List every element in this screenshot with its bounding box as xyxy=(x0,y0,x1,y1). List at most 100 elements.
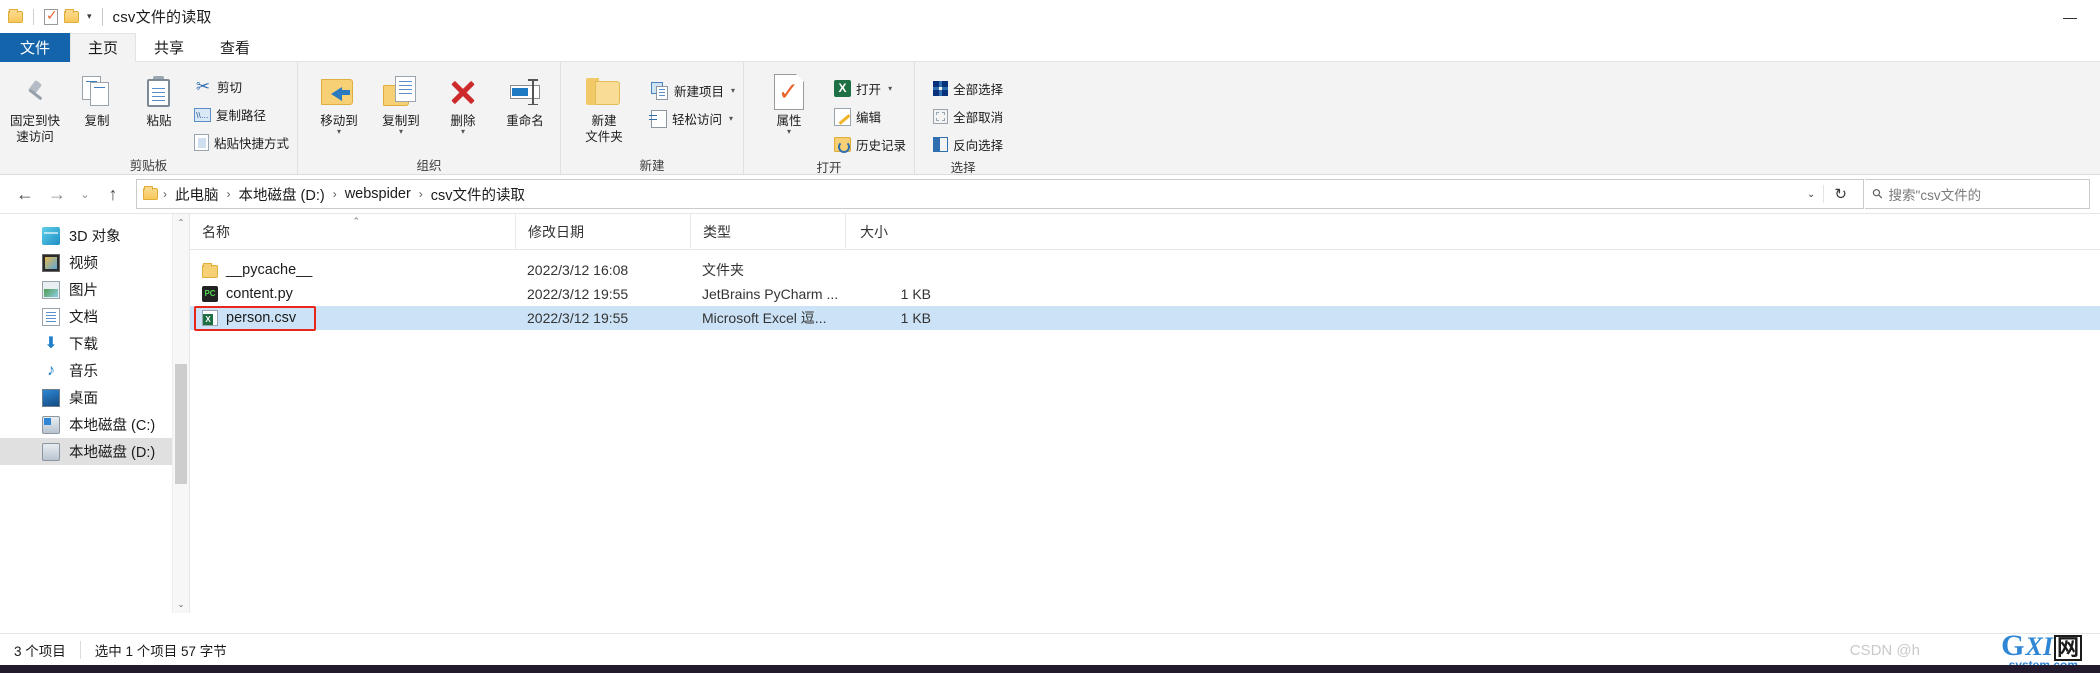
easy-access-icon xyxy=(649,109,668,128)
copy-to-button[interactable]: 复制到 ▾ xyxy=(370,68,432,136)
select-none-button[interactable]: 全部取消 xyxy=(929,104,1007,129)
sidebar-item-videos[interactable]: 视频 xyxy=(0,249,189,276)
drive-d-icon xyxy=(42,442,60,461)
sidebar-item-downloads[interactable]: ⬇ 下载 xyxy=(0,330,189,357)
select-small-buttons: 全部选择 全部取消 反向选择 xyxy=(929,68,1007,157)
move-to-button[interactable]: 移动到 ▾ xyxy=(308,68,370,136)
recent-locations-button[interactable]: ⌄ xyxy=(74,179,96,209)
paste-button[interactable]: 粘贴 xyxy=(128,68,190,128)
file-name: content.py xyxy=(226,286,293,302)
chevron-down-icon[interactable]: ▾ xyxy=(337,128,341,136)
column-header-date[interactable]: 修改日期 xyxy=(515,213,690,250)
button-label: 轻松访问 xyxy=(672,113,723,127)
invert-selection-button[interactable]: 反向选择 xyxy=(929,132,1007,157)
navigation-scrollbar[interactable]: ⌃ ⌄ xyxy=(172,214,189,613)
up-button[interactable]: ↑ xyxy=(98,179,128,209)
file-name: __pycache__ xyxy=(226,262,313,278)
file-date: 2022/3/12 16:08 xyxy=(527,262,629,278)
sidebar-item-label: 下载 xyxy=(69,337,98,353)
selection-info: 选中 1 个项目 57 字节 xyxy=(79,640,241,659)
tab-share[interactable]: 共享 xyxy=(136,33,202,62)
ribbon-tabs: 文件 主页 共享 查看 xyxy=(0,33,2100,62)
breadcrumb-item-this-pc[interactable]: 此电脑 xyxy=(170,182,224,207)
chevron-down-icon[interactable]: ▾ xyxy=(461,128,465,136)
column-header-type[interactable]: 类型 xyxy=(690,213,845,250)
sidebar-item-desktop[interactable]: 桌面 xyxy=(0,384,189,411)
scroll-down-icon[interactable]: ⌄ xyxy=(173,596,189,613)
table-row[interactable]: __pycache__ 2022/3/12 16:08 文件夹 xyxy=(190,258,2100,282)
chevron-down-icon[interactable]: ⌄ xyxy=(1799,189,1823,200)
sidebar-item-3d-objects[interactable]: 3D 对象 xyxy=(0,222,189,249)
file-name-cell: person.csv xyxy=(190,310,515,326)
paste-shortcut-button[interactable]: 粘贴快捷方式 xyxy=(190,130,293,155)
breadcrumb[interactable]: › 此电脑 › 本地磁盘 (D:) › webspider › csv文件的读取… xyxy=(136,179,1864,209)
sidebar-item-music[interactable]: ♪ 音乐 xyxy=(0,357,189,384)
chevron-down-icon[interactable]: ▾ xyxy=(888,84,892,93)
properties-button[interactable]: 属性 ▾ xyxy=(758,68,820,136)
scrollbar-thumb[interactable] xyxy=(175,364,187,484)
copy-button[interactable]: 复制 xyxy=(66,68,128,128)
column-label: 名称 xyxy=(202,223,230,240)
minimize-button[interactable]: — xyxy=(2050,10,2090,24)
sidebar-item-drive-d[interactable]: 本地磁盘 (D:) xyxy=(0,438,189,465)
move-to-icon xyxy=(321,72,357,112)
button-label: 打开 xyxy=(856,83,882,97)
button-label: 复制到 xyxy=(382,114,420,128)
new-item-button[interactable]: 新建项目 ▾ xyxy=(647,78,739,103)
breadcrumb-item-current[interactable]: csv文件的读取 xyxy=(426,182,530,207)
documents-icon xyxy=(42,307,60,326)
folder-icon[interactable] xyxy=(8,8,23,23)
button-label: 编辑 xyxy=(856,111,882,125)
select-all-button[interactable]: 全部选择 xyxy=(929,76,1007,101)
tab-home[interactable]: 主页 xyxy=(70,33,136,62)
table-row[interactable]: content.py 2022/3/12 19:55 JetBrains PyC… xyxy=(190,282,2100,306)
back-button[interactable]: ← xyxy=(10,179,40,209)
sidebar-item-drive-c[interactable]: 本地磁盘 (C:) xyxy=(0,411,189,438)
breadcrumb-item-webspider[interactable]: webspider xyxy=(340,184,416,204)
column-header-size[interactable]: 大小 xyxy=(845,213,945,250)
chevron-down-icon[interactable]: ▾ xyxy=(87,11,92,22)
properties-icon[interactable] xyxy=(44,7,58,25)
refresh-button[interactable]: ↻ xyxy=(1823,185,1857,203)
button-label: 历史记录 xyxy=(856,139,907,153)
breadcrumb-item-drive-d[interactable]: 本地磁盘 (D:) xyxy=(234,182,330,207)
cut-button[interactable]: ✂ 剪切 xyxy=(190,74,293,99)
rename-button[interactable]: 重命名 xyxy=(494,68,556,128)
invert-selection-icon xyxy=(933,137,949,152)
copy-path-button[interactable]: \\… 复制路径 xyxy=(190,102,293,127)
file-type: 文件夹 xyxy=(702,262,744,278)
scissors-icon: ✂ xyxy=(195,76,211,96)
rename-icon xyxy=(508,72,542,112)
button-label: 全部取消 xyxy=(953,111,1004,125)
search-input[interactable]: ⚲ 搜索"csv文件的 xyxy=(1865,179,2090,209)
column-label: 类型 xyxy=(703,223,731,240)
copy-icon xyxy=(82,72,112,112)
history-button[interactable]: 历史记录 xyxy=(830,132,910,157)
chevron-down-icon[interactable]: ▾ xyxy=(731,86,735,95)
new-folder-button[interactable]: 新建 文件夹 xyxy=(573,68,635,144)
tab-view[interactable]: 查看 xyxy=(202,33,268,62)
tab-file[interactable]: 文件 xyxy=(0,33,70,62)
easy-access-button[interactable]: 轻松访问 ▾ xyxy=(647,106,739,131)
clipboard-small-buttons: ✂ 剪切 \\… 复制路径 粘贴快捷方式 xyxy=(190,68,293,155)
delete-button[interactable]: 删除 ▾ xyxy=(432,68,494,136)
new-folder-icon[interactable] xyxy=(64,8,79,23)
forward-button[interactable]: → xyxy=(42,179,72,209)
scroll-up-icon[interactable]: ⌃ xyxy=(173,214,189,231)
sidebar-item-label: 音乐 xyxy=(69,364,98,380)
chevron-down-icon[interactable]: ▾ xyxy=(399,128,403,136)
sidebar-item-label: 3D 对象 xyxy=(69,229,121,245)
sidebar-item-pictures[interactable]: 图片 xyxy=(0,276,189,303)
chevron-down-icon[interactable]: ▾ xyxy=(729,114,733,123)
sidebar-item-documents[interactable]: 文档 xyxy=(0,303,189,330)
edit-button[interactable]: 编辑 xyxy=(830,104,910,129)
python-file-icon xyxy=(202,286,218,302)
column-header-name[interactable]: ⌃ 名称 xyxy=(190,214,515,250)
pin-to-quick-access-button[interactable]: 固定到快 速访问 xyxy=(4,68,66,144)
search-placeholder: 搜索"csv文件的 xyxy=(1888,188,1982,203)
open-button[interactable]: 打开 ▾ xyxy=(830,76,910,101)
chevron-down-icon[interactable]: ▾ xyxy=(787,128,791,136)
table-row-selected[interactable]: person.csv 2022/3/12 19:55 Microsoft Exc… xyxy=(190,306,2100,330)
ribbon-group-clipboard: 固定到快 速访问 复制 粘贴 ✂ 剪切 \\… 复制路径 粘贴快捷方式 剪贴板 xyxy=(0,62,297,174)
breadcrumb-list: › 此电脑 › 本地磁盘 (D:) › webspider › csv文件的读取 xyxy=(162,182,1799,207)
